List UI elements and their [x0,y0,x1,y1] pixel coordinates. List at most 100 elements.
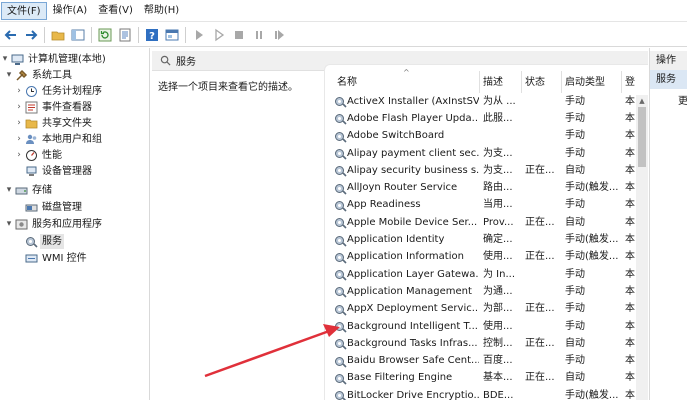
service-gear-icon [333,268,347,282]
stop-service-button[interactable] [229,25,249,45]
expand-chevron-icon[interactable]: › [14,84,24,98]
service-row[interactable]: Baidu Browser Safe Cent... 百度... 手动本 [325,353,635,370]
service-row[interactable]: App Readiness 当用... 手动本 [325,197,635,214]
help-button[interactable]: ? [142,25,162,45]
expand-chevron-icon[interactable]: › [14,132,24,146]
expand-chevron-icon[interactable]: › [14,148,24,162]
column-header-name[interactable]: 名称 [337,73,477,91]
service-row[interactable]: Background Intelligent T... 使用... 手动本 [325,318,635,335]
service-row[interactable]: Adobe SwitchBoard 手动本 [325,128,635,145]
toolbar-separator [91,26,92,43]
service-description: 路由... [483,182,513,194]
disk-management-icon [24,200,38,214]
expand-chevron-icon[interactable]: › [14,100,24,114]
show-tree-button[interactable] [68,25,88,45]
expand-chevron-icon[interactable]: ▾ [4,183,14,197]
pause-service-button[interactable] [249,25,269,45]
service-row[interactable]: Apple Mobile Device Ser... Prov... 正在... 自动… [325,214,635,231]
performance-icon [24,148,38,162]
service-row[interactable]: Adobe Flash Player Upda... 此服... 手动本 [325,110,635,127]
scrollbar-thumb[interactable] [638,107,646,167]
tree-item-label: 存储 [32,184,52,196]
service-startup-type: 手动 [565,355,585,367]
scroll-up-icon[interactable]: ▲ [636,95,648,107]
tree-item-event-viewer[interactable]: › 事件查看器 [14,99,94,115]
description-hint: 选择一个项目来查看它的描述。 [158,82,298,93]
help-icon: ? [146,28,158,42]
services-icon [24,234,38,248]
expand-chevron-icon[interactable]: ▾ [0,52,10,66]
column-separator[interactable] [621,71,622,93]
service-gear-icon [333,337,347,351]
service-row[interactable]: Application Information 使用... 正在... 手动(触发..… [325,249,635,266]
up-folder-button[interactable] [48,25,68,45]
service-description: 控制... [483,337,513,349]
service-row[interactable]: AppX Deployment Servic... 为部... 正在... 手动本 [325,301,635,318]
column-header-description[interactable]: 描述 [483,73,521,91]
service-name: Application Information [347,251,464,263]
service-name: Background Intelligent T... [347,320,478,332]
column-separator[interactable] [479,71,480,93]
service-name: Alipay payment client sec... [347,147,479,159]
refresh-button[interactable] [95,25,115,45]
play-outline-icon [215,28,225,41]
expand-chevron-icon[interactable]: ▾ [4,217,14,231]
tree-item-services[interactable]: 服务 [14,233,64,249]
forward-button[interactable] [21,25,41,45]
properties-button[interactable] [162,25,182,45]
tree-item-storage[interactable]: ▾ 存储 [4,182,54,198]
vertical-scrollbar[interactable]: ▲ [636,95,648,400]
column-separator[interactable] [561,71,562,93]
tree-item-system-tools[interactable]: ▾ 系统工具 [4,67,74,83]
service-status: 正在... [525,303,555,315]
expand-chevron-icon[interactable]: ▾ [4,68,14,82]
actions-section-services[interactable]: 服务 [650,70,687,89]
tree-item-wmi-control[interactable]: WMI 控件 [14,250,89,266]
tree-item-device-manager[interactable]: 设备管理器 [14,163,94,179]
restart-service-button[interactable] [269,25,289,45]
start-service-alt-button[interactable] [209,25,229,45]
service-description: 使用... [483,251,513,263]
service-gear-icon [333,302,347,316]
service-row[interactable]: Background Tasks Infras... 控制... 正在... 自动本 [325,335,635,352]
tree-item-computer-management[interactable]: ▾ 计算机管理(本地) [0,51,108,67]
service-row[interactable]: Application Layer Gatewa... 为 In... 手动本 [325,266,635,283]
actions-more-link[interactable]: 更 [678,92,687,107]
service-name: Base Filtering Engine [347,372,453,384]
export-list-icon [119,28,131,41]
column-header-status[interactable]: 状态 [525,73,561,91]
service-row[interactable]: ActiveX Installer (AxInstSV) 为从 ... 手动本 [325,93,635,110]
service-row[interactable]: Base Filtering Engine 基本... 正在... 自动本 [325,370,635,387]
export-list-button[interactable] [115,25,135,45]
expand-chevron-icon[interactable]: › [14,116,24,130]
menu-action[interactable]: 操作(A) [48,2,93,20]
column-header-startup-type[interactable]: 启动类型 [565,73,621,91]
service-row[interactable]: BitLocker Drive Encryptio... BDE... 手动(触发.… [325,387,635,400]
column-separator[interactable] [521,71,522,93]
tree-item-services-apps[interactable]: ▾ 服务和应用程序 [4,216,104,232]
start-service-button[interactable] [189,25,209,45]
services-list[interactable]: ^ 名称 描述 状态 启动类型 登 ActiveX Installer (AxI… [324,64,648,400]
menu-file[interactable]: 文件(F) [1,1,47,20]
service-row[interactable]: Application Management 为通... 手动本 [325,283,635,300]
back-button[interactable] [1,25,21,45]
column-header-logon-as[interactable]: 登 [625,73,637,91]
service-description: 为部... [483,303,513,315]
service-startup-type: 自动 [565,216,585,228]
tree-item-task-scheduler[interactable]: › 任务计划程序 [14,83,104,99]
service-description: 确定... [483,234,513,246]
tree-item-local-users-groups[interactable]: › 本地用户和组 [14,131,104,147]
service-name: Application Identity [347,234,445,246]
service-row[interactable]: Alipay payment client sec... 为支... 手动本 [325,145,635,162]
tree-item-disk-management[interactable]: 磁盘管理 [14,199,84,215]
menu-help[interactable]: 帮助(H) [139,2,184,20]
tree-item-shared-folders[interactable]: › 共享文件夹 [14,115,94,131]
menu-view[interactable]: 查看(V) [93,2,138,20]
service-row[interactable]: Alipay security business s... 为支... 正在... 自… [325,162,635,179]
service-row[interactable]: Application Identity 确定... 手动(触发... 本 [325,231,635,248]
service-gear-icon [333,389,347,400]
service-row[interactable]: AllJoyn Router Service 路由... 手动(触发... 本 [325,180,635,197]
service-gear-icon [333,320,347,334]
service-gear-icon [333,371,347,385]
tree-item-performance[interactable]: › 性能 [14,147,64,163]
